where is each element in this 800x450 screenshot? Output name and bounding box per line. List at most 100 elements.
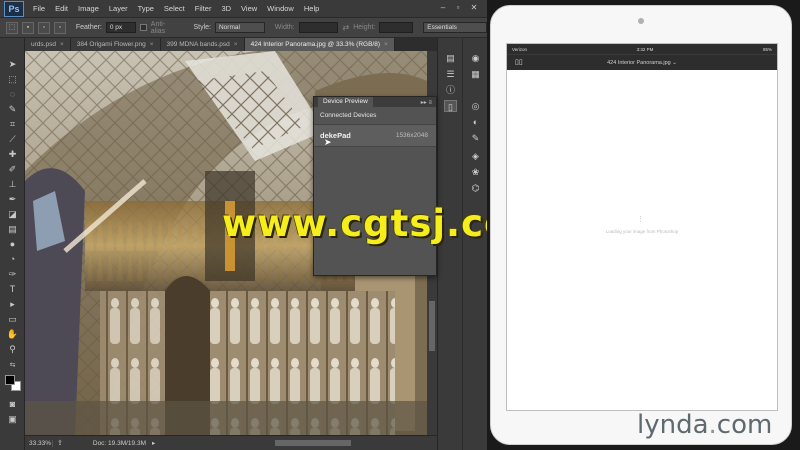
eyedropper-tool-icon[interactable]: ⟋ — [6, 133, 19, 145]
history-panel-icon[interactable]: ▤ — [444, 52, 457, 64]
panel-tab[interactable]: Device Preview — [318, 97, 373, 107]
ios-status-bar: Verizon 3:32 PM 85% — [507, 44, 777, 54]
style-select[interactable]: Normal — [214, 22, 265, 33]
menu-layer[interactable]: Layer — [104, 4, 133, 13]
device-list-item[interactable]: dekePad 1536x2048 ➤ — [314, 125, 436, 147]
scrollbar-thumb[interactable] — [429, 301, 435, 351]
feather-label: Feather: — [75, 24, 102, 31]
menu-type[interactable]: Type — [133, 4, 159, 13]
subtract-selection-icon[interactable]: ▫ — [53, 21, 66, 34]
dodge-tool-icon[interactable]: ◔ — [6, 253, 19, 265]
app-nav-bar: ▯▯ 424 Interior Panorama.jpg ⌄ — [507, 54, 777, 70]
brush-tool-icon[interactable]: ✐ — [6, 163, 19, 175]
path-select-tool-icon[interactable]: ▸ — [6, 298, 19, 310]
height-label: Height: — [353, 24, 376, 31]
eraser-tool-icon[interactable]: ◪ — [6, 208, 19, 220]
menu-bar: Ps File Edit Image Layer Type Select Fil… — [0, 0, 487, 18]
chevron-down-icon[interactable]: ⌄ — [672, 60, 677, 66]
devices-icon[interactable]: ▯▯ — [515, 58, 523, 68]
quick-mask-icon[interactable]: ◙ — [6, 398, 19, 410]
horizontal-scrollbar-thumb[interactable] — [275, 440, 351, 446]
menu-view[interactable]: View — [236, 4, 262, 13]
tab-label: urds.psd — [31, 41, 56, 48]
close-icon[interactable]: ✕ — [469, 3, 479, 13]
panel-menu-icon[interactable]: ▸▸ ≡ — [421, 99, 432, 106]
panel-header: Device Preview ▸▸ ≡ — [314, 97, 436, 107]
close-icon[interactable]: × — [384, 41, 388, 48]
properties-panel-icon[interactable]: ☰ — [444, 68, 457, 80]
clone-stamp-tool-icon[interactable]: ⊥ — [6, 178, 19, 190]
hand-tool-icon[interactable]: ✋ — [6, 328, 19, 340]
tab-label: 424 Interior Panorama.jpg @ 33.3% (RGB/8… — [250, 41, 381, 48]
tab-document[interactable]: urds.psd × — [25, 38, 71, 51]
foreground-color-swatch[interactable] — [5, 375, 15, 385]
ipad-area: Verizon 3:32 PM 85% ▯▯ 424 Interior Pano… — [487, 0, 800, 450]
adjustments-panel-icon[interactable]: ◎ — [469, 100, 482, 112]
layers-panel-icon[interactable]: ◈ — [469, 150, 482, 162]
carrier-label: Verizon — [512, 46, 528, 52]
zoom-tool-icon[interactable]: ⚲ — [6, 343, 19, 355]
menu-filter[interactable]: Filter — [190, 4, 217, 13]
type-tool-icon[interactable]: T — [6, 283, 19, 295]
brush-presets-panel-icon[interactable]: ✎ — [469, 132, 482, 144]
add-selection-icon[interactable]: ▫ — [37, 21, 50, 34]
width-label: Width: — [274, 24, 295, 31]
ipad-screen: Verizon 3:32 PM 85% ▯▯ 424 Interior Pano… — [506, 43, 778, 411]
close-icon[interactable]: × — [150, 41, 154, 48]
menu-help[interactable]: Help — [299, 4, 324, 13]
zoom-level[interactable]: 33.33% — [25, 439, 53, 447]
menu-file[interactable]: File — [28, 4, 50, 13]
move-tool-icon[interactable]: ➤ — [6, 58, 19, 70]
shape-tool-icon[interactable]: ▭ — [6, 313, 19, 325]
menu-edit[interactable]: Edit — [50, 4, 73, 13]
feather-input[interactable]: 0 px — [105, 22, 136, 33]
quick-select-tool-icon[interactable]: ✎ — [6, 103, 19, 115]
maximize-icon[interactable]: ▫ — [453, 3, 463, 13]
info-panel-icon[interactable]: ⓘ — [444, 84, 457, 96]
status-menu-icon[interactable]: ▸ — [152, 439, 155, 447]
gradient-tool-icon[interactable]: ▤ — [6, 223, 19, 235]
loading-spinner-icon: ⋮ — [637, 216, 644, 223]
clock: 3:32 PM — [636, 46, 654, 52]
workspace-select[interactable]: Essentials — [423, 22, 487, 33]
blur-tool-icon[interactable]: ● — [6, 238, 19, 250]
pen-tool-icon[interactable]: ✑ — [6, 268, 19, 280]
tab-label: 399 MDNA bands.psd — [166, 41, 230, 48]
menu-window[interactable]: Window — [262, 4, 299, 13]
menu-image[interactable]: Image — [73, 4, 104, 13]
document-tabs: urds.psd × 384 Origami Flower.png × 399 MD… — [25, 38, 437, 51]
history-brush-tool-icon[interactable]: ✒ — [6, 193, 19, 205]
watermark-text: www.cgtsj.com — [222, 202, 487, 245]
styles-panel-icon[interactable]: ◐ — [469, 116, 482, 128]
lasso-tool-icon[interactable]: ◌ — [6, 88, 19, 100]
swap-colors-icon[interactable]: ⇆ — [6, 360, 19, 372]
swatches-panel-icon[interactable]: ▦ — [469, 68, 482, 80]
tab-document[interactable]: 399 MDNA bands.psd × — [160, 38, 245, 51]
tab-label: 384 Origami Flower.png — [76, 41, 146, 48]
status-bar: 33.33% ⇪ Doc: 19.3M/19.3M ▸ — [25, 435, 437, 450]
healing-brush-tool-icon[interactable]: ✚ — [6, 148, 19, 160]
antialias-checkbox[interactable] — [139, 24, 147, 31]
tab-document[interactable]: 384 Origami Flower.png × — [70, 38, 161, 51]
color-panel-icon[interactable]: ◉ — [469, 52, 482, 64]
device-preview-panel: Device Preview ▸▸ ≡ Connected Devices de… — [313, 96, 437, 276]
tab-document-active[interactable]: 424 Interior Panorama.jpg @ 33.3% (RGB/8… — [244, 38, 395, 51]
document-title[interactable]: 424 Interior Panorama.jpg — [607, 60, 671, 66]
close-icon[interactable]: × — [60, 41, 64, 48]
paths-panel-icon[interactable]: ⌬ — [469, 182, 482, 194]
channels-panel-icon[interactable]: ❀ — [469, 166, 482, 178]
minimize-icon[interactable]: – — [438, 3, 448, 13]
menu-3d[interactable]: 3D — [216, 4, 236, 13]
marquee-tool-preset-icon[interactable]: ⬚ — [6, 21, 18, 34]
screen-mode-icon[interactable]: ▣ — [6, 413, 19, 425]
mouse-cursor-icon: ➤ — [324, 137, 332, 147]
menu-select[interactable]: Select — [159, 4, 190, 13]
swap-icon[interactable]: ⇄ — [342, 23, 349, 32]
new-selection-icon[interactable]: ▪ — [21, 21, 34, 34]
marquee-tool-icon[interactable]: ⬚ — [6, 73, 19, 85]
device-preview-panel-icon[interactable]: ▯ — [444, 100, 457, 112]
height-input[interactable] — [379, 22, 414, 33]
close-icon[interactable]: × — [234, 41, 238, 48]
crop-tool-icon[interactable]: ⌗ — [6, 118, 19, 130]
width-input[interactable] — [298, 22, 339, 33]
